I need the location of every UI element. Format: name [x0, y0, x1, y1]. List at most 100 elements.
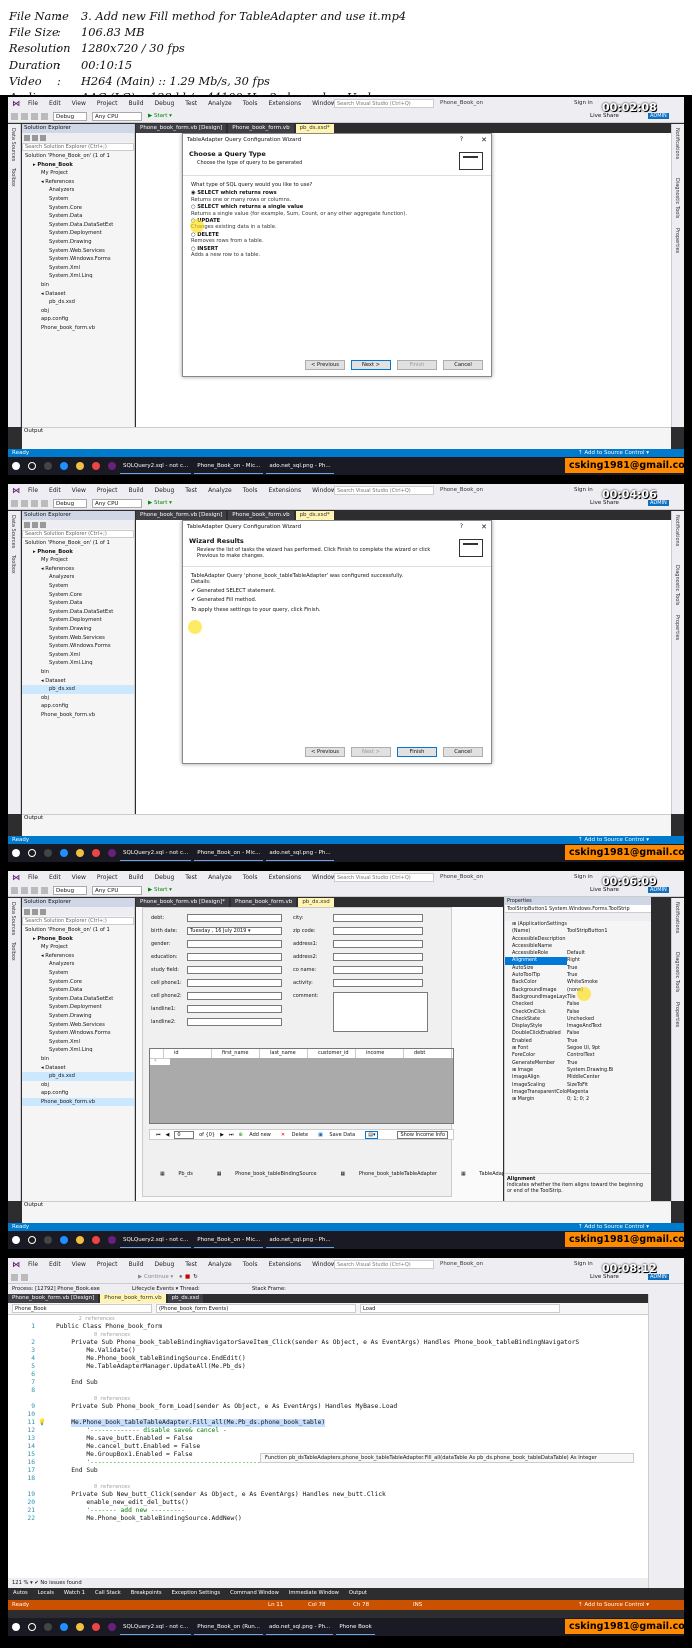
solution-search-input[interactable]: Search Solution Explorer (Ctrl+;) [22, 530, 134, 538]
field-input[interactable]: Tuesday , 16 July 2019 ▾ [187, 927, 282, 935]
edge-icon[interactable] [60, 849, 68, 857]
taskbar-item[interactable]: ado.net_sql.png - Ph... [266, 1619, 334, 1635]
menu-item-build[interactable]: Build [128, 487, 143, 494]
save-icon[interactable] [31, 886, 38, 894]
next-button[interactable]: Next > [351, 747, 391, 757]
code-line[interactable]: 13 Me.save_butt.Enabled = False [8, 1435, 648, 1443]
taskbar-item[interactable]: Phone_Book_on - Mic... [194, 1232, 264, 1248]
tree-item[interactable]: ▸ Phone_Book [22, 548, 134, 557]
tree-item[interactable]: pb_ds.xsd [22, 298, 134, 307]
start-button[interactable]: ▶ Start ▾ [148, 113, 172, 119]
property-row[interactable]: ImageAlign MiddleCenter [505, 1074, 651, 1081]
grid-column-header[interactable]: debt [404, 1049, 452, 1058]
property-row[interactable]: DoubleClickEnabled False [505, 1030, 651, 1037]
save-data-button[interactable]: ▣ Save Data [318, 1132, 360, 1138]
code-line[interactable]: 2 Private Sub Phone_book_tableBindingNavi… [8, 1339, 648, 1347]
menu-item-view[interactable]: View [72, 487, 86, 494]
add-new-button[interactable]: ⊕ Add new [238, 1132, 275, 1138]
component-item[interactable]: ▦ Phone_book_tableTableAdapter [329, 1171, 437, 1177]
menu-item-analyze[interactable]: Analyze [208, 487, 232, 494]
menu-item-debug[interactable]: Debug [155, 874, 175, 881]
document-tab[interactable]: Phone_book_form.vb [231, 898, 297, 907]
tree-item[interactable]: bin [22, 1055, 134, 1064]
grid-column-header[interactable]: income [356, 1049, 404, 1058]
document-tab[interactable]: pb_ds.xsd* [295, 124, 334, 133]
code-line[interactable]: 6 [8, 1371, 648, 1379]
tree-item[interactable]: ◂ References [22, 952, 134, 961]
toolstrip-button-selected[interactable]: ▤▾ [365, 1130, 379, 1139]
menu-item-test[interactable]: Test [185, 100, 197, 107]
tree-item[interactable]: System.Drawing [22, 1012, 134, 1021]
tree-item[interactable]: System.Windows.Forms [22, 1029, 134, 1038]
property-row[interactable]: ⊞ Margin 0; 1; 0; 2 [505, 1096, 651, 1103]
field-input[interactable] [333, 940, 423, 948]
code-line[interactable]: 12 '------------- disable save& cancel - [8, 1427, 648, 1435]
config-select[interactable]: Debug [53, 111, 87, 121]
property-row[interactable]: ⊞ Image System.Drawing.Bi [505, 1067, 651, 1074]
property-row[interactable]: AutoSize True [505, 965, 651, 972]
vs-taskbar-icon[interactable] [108, 462, 116, 470]
forward-icon[interactable] [21, 499, 28, 507]
search-icon[interactable] [28, 849, 36, 857]
property-row[interactable]: Enabled True [505, 1038, 651, 1045]
right-tool-tab[interactable]: Properties [674, 615, 680, 640]
right-tool-tab[interactable]: Diagnostic Tools [674, 565, 680, 605]
code-line[interactable]: 10 [8, 1411, 648, 1419]
save-icon[interactable] [31, 499, 38, 507]
property-row[interactable]: AccessibleDescription [505, 936, 651, 943]
move-next-icon[interactable]: ▶ [220, 1132, 224, 1138]
property-row[interactable]: ⊞ Font Segoe UI, 9pt [505, 1045, 651, 1052]
property-row[interactable]: CheckState Unchecked [505, 1016, 651, 1023]
code-line[interactable]: 8 [8, 1387, 648, 1395]
grid-column-header[interactable]: first_name [212, 1049, 260, 1058]
vs-taskbar-icon[interactable] [108, 1623, 116, 1631]
menu-item-window[interactable]: Window [312, 487, 336, 494]
tree-item[interactable]: Solution 'Phone_Book_on' (1 of 1 [22, 926, 134, 935]
search-input[interactable]: Search Visual Studio (Ctrl+Q) [334, 873, 434, 882]
property-row[interactable]: BackColor WhiteSmoke [505, 979, 651, 986]
config-select[interactable]: Debug [53, 498, 87, 508]
tree-item[interactable]: System.Drawing [22, 625, 134, 634]
field-input[interactable] [333, 914, 423, 922]
property-row[interactable]: CheckOnClick False [505, 1009, 651, 1016]
tree-item[interactable]: My Project [22, 556, 134, 565]
back-icon[interactable] [11, 499, 18, 507]
tree-item[interactable]: obj [22, 694, 134, 703]
taskbar-item[interactable]: SQLQuery2.sql - not c... [120, 458, 192, 474]
search-icon[interactable] [28, 462, 36, 470]
code-line[interactable]: 14 Me.cancel_butt.Enabled = False [8, 1443, 648, 1451]
debug-window-tab[interactable]: Command Window [230, 1590, 279, 1596]
tree-item[interactable]: System.Data [22, 986, 134, 995]
tree-item[interactable]: System.Deployment [22, 1003, 134, 1012]
menu-item-tools[interactable]: Tools [243, 100, 258, 107]
property-row[interactable]: GenerateMember True [505, 1060, 651, 1067]
tree-item[interactable]: System [22, 969, 134, 978]
tree-item[interactable]: Solution 'Phone_Book_on' (1 of 1 [22, 539, 134, 548]
property-row[interactable]: AccessibleRole Default [505, 950, 651, 957]
menu-item-file[interactable]: File [28, 874, 38, 881]
component-item[interactable]: ▦ TableAdapterManager [449, 1171, 503, 1177]
property-row[interactable]: ForeColor ControlText [505, 1052, 651, 1059]
tree-item[interactable]: System.Xml.Linq [22, 1046, 134, 1055]
right-tool-tab[interactable]: Properties [674, 1002, 680, 1027]
file-explorer-icon[interactable] [76, 1623, 84, 1631]
tree-item[interactable]: System.Deployment [22, 229, 134, 238]
tree-item[interactable]: obj [22, 1081, 134, 1090]
taskbar-item[interactable]: Phone_Book_on - Mic... [194, 845, 264, 861]
tree-item[interactable]: System.Data [22, 599, 134, 608]
menu-item-project[interactable]: Project [97, 100, 118, 107]
field-input[interactable] [187, 914, 282, 922]
platform-select[interactable]: Any CPU [92, 498, 142, 508]
position-input[interactable]: 0 [174, 1130, 195, 1139]
code-area[interactable]: 2 references 1 Public Class Phone_book_for… [8, 1315, 648, 1578]
menu-item-tools[interactable]: Tools [243, 874, 258, 881]
menu-item-analyze[interactable]: Analyze [208, 874, 232, 881]
sign-in-link[interactable]: Sign in [574, 100, 593, 106]
chrome-icon[interactable] [92, 849, 100, 857]
menu-item-debug[interactable]: Debug [155, 100, 175, 107]
tree-item[interactable]: System.Xml.Linq [22, 272, 134, 281]
file-explorer-icon[interactable] [76, 849, 84, 857]
code-line[interactable]: 0 references [8, 1331, 648, 1339]
tree-item[interactable]: System.Data.DataSetExt [22, 608, 134, 617]
tree-item[interactable]: ◂ References [22, 565, 134, 574]
